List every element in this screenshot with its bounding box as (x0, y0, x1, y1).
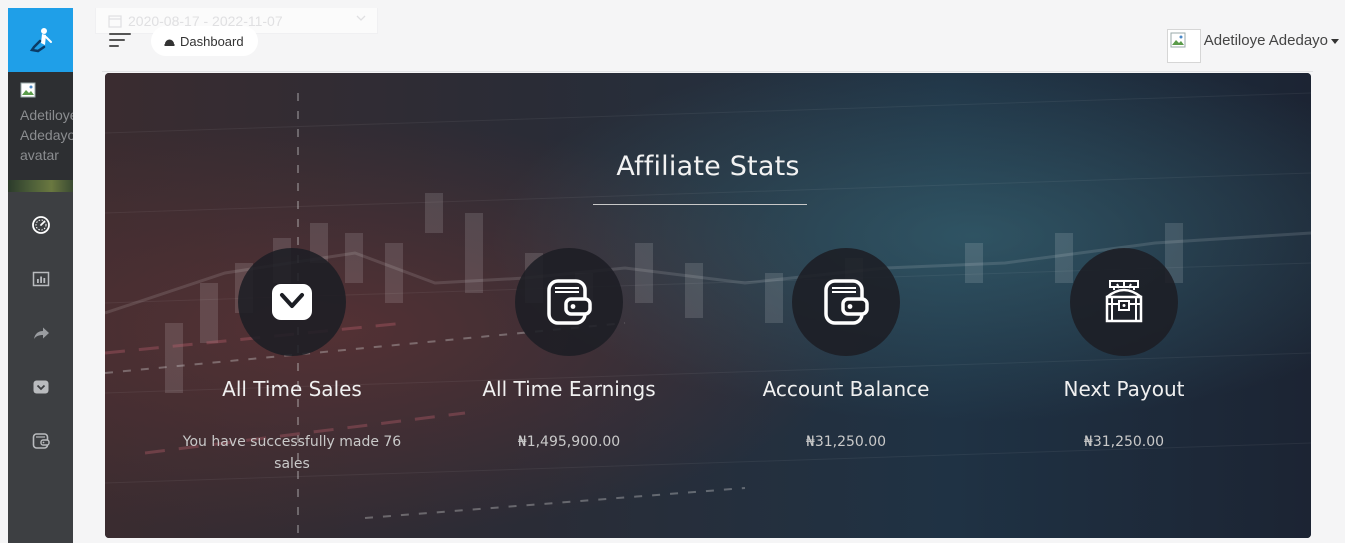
profile-avatar[interactable]: Adetiloye Adedayo avatar (8, 72, 73, 192)
brand-figure-icon (29, 28, 52, 53)
profile-alt-text: Adetiloye Adedayo avatar (20, 107, 73, 163)
nav-item-stats[interactable] (8, 252, 73, 306)
menu-toggle-button[interactable] (109, 31, 133, 49)
title-underline (593, 204, 807, 205)
breadcrumb-label: Dashboard (180, 33, 244, 49)
app-root: Adetiloye Adedayo avatar 2020-08-17 - 20… (0, 0, 1345, 543)
stat-label: All Time Earnings (482, 377, 656, 401)
nav-item-dashboard[interactable] (8, 198, 73, 252)
breadcrumb[interactable]: Dashboard (151, 26, 258, 56)
stat-value: ₦31,250.00 (1083, 434, 1165, 450)
dashboard-dome-icon (164, 39, 175, 46)
share-arrow-icon (33, 327, 49, 339)
user-avatar (1166, 29, 1201, 63)
hamburger-line-icon (109, 45, 119, 47)
stat-card-next-payout: Next Payout ₦31,250.00 (999, 248, 1249, 453)
stat-value: ₦1,495,900.00 (517, 434, 621, 450)
shopping-bag-icon (272, 284, 312, 320)
affiliate-stats-panel: Affiliate Stats All Time Sales You have … (105, 73, 1311, 538)
wallet-icon (547, 279, 592, 325)
stat-card-all-time-earnings: All Time Earnings ₦1,495,900.00 (444, 248, 694, 453)
sidebar: Adetiloye Adedayo avatar (8, 8, 73, 543)
wallet-icon (824, 279, 869, 325)
stat-card-account-balance: Account Balance ₦31,250.00 (721, 248, 971, 453)
user-name: Adetiloye Adedayo (1203, 32, 1328, 49)
user-menu[interactable]: Adetiloye Adedayo (1166, 29, 1339, 63)
nav-item-sales[interactable] (8, 360, 73, 414)
nav-item-wallet[interactable] (8, 414, 73, 468)
stat-icon-circle (792, 248, 900, 356)
header-divider (102, 71, 1313, 72)
stats-chart-icon (32, 271, 49, 287)
stat-icon-circle (515, 248, 623, 356)
hamburger-line-icon (109, 33, 131, 35)
broken-image-icon (1170, 32, 1186, 48)
calendar-icon (108, 14, 122, 28)
stat-icon-circle (1070, 248, 1178, 356)
hamburger-line-icon (109, 39, 125, 41)
stat-icon-circle (238, 248, 346, 356)
panel-title: Affiliate Stats (616, 151, 800, 182)
stat-label: All Time Sales (222, 377, 362, 401)
treasure-chest-icon (1105, 280, 1143, 323)
profile-banner-strip (8, 180, 73, 192)
stat-value: You have successfully made 76 sales (182, 434, 402, 472)
stat-value: ₦31,250.00 (805, 434, 887, 450)
shopping-bag-icon (33, 380, 48, 394)
broken-image-icon (20, 82, 36, 98)
chevron-down-icon (356, 15, 366, 21)
stat-card-all-time-sales: All Time Sales You have successfully mad… (167, 248, 417, 475)
nav-item-share[interactable] (8, 306, 73, 360)
wallet-icon (32, 433, 50, 449)
brand-logo[interactable] (8, 8, 73, 72)
dashboard-gauge-icon (31, 216, 50, 234)
stat-label: Account Balance (762, 377, 930, 401)
stat-label: Next Payout (1063, 377, 1185, 401)
caret-down-icon (1331, 39, 1339, 44)
